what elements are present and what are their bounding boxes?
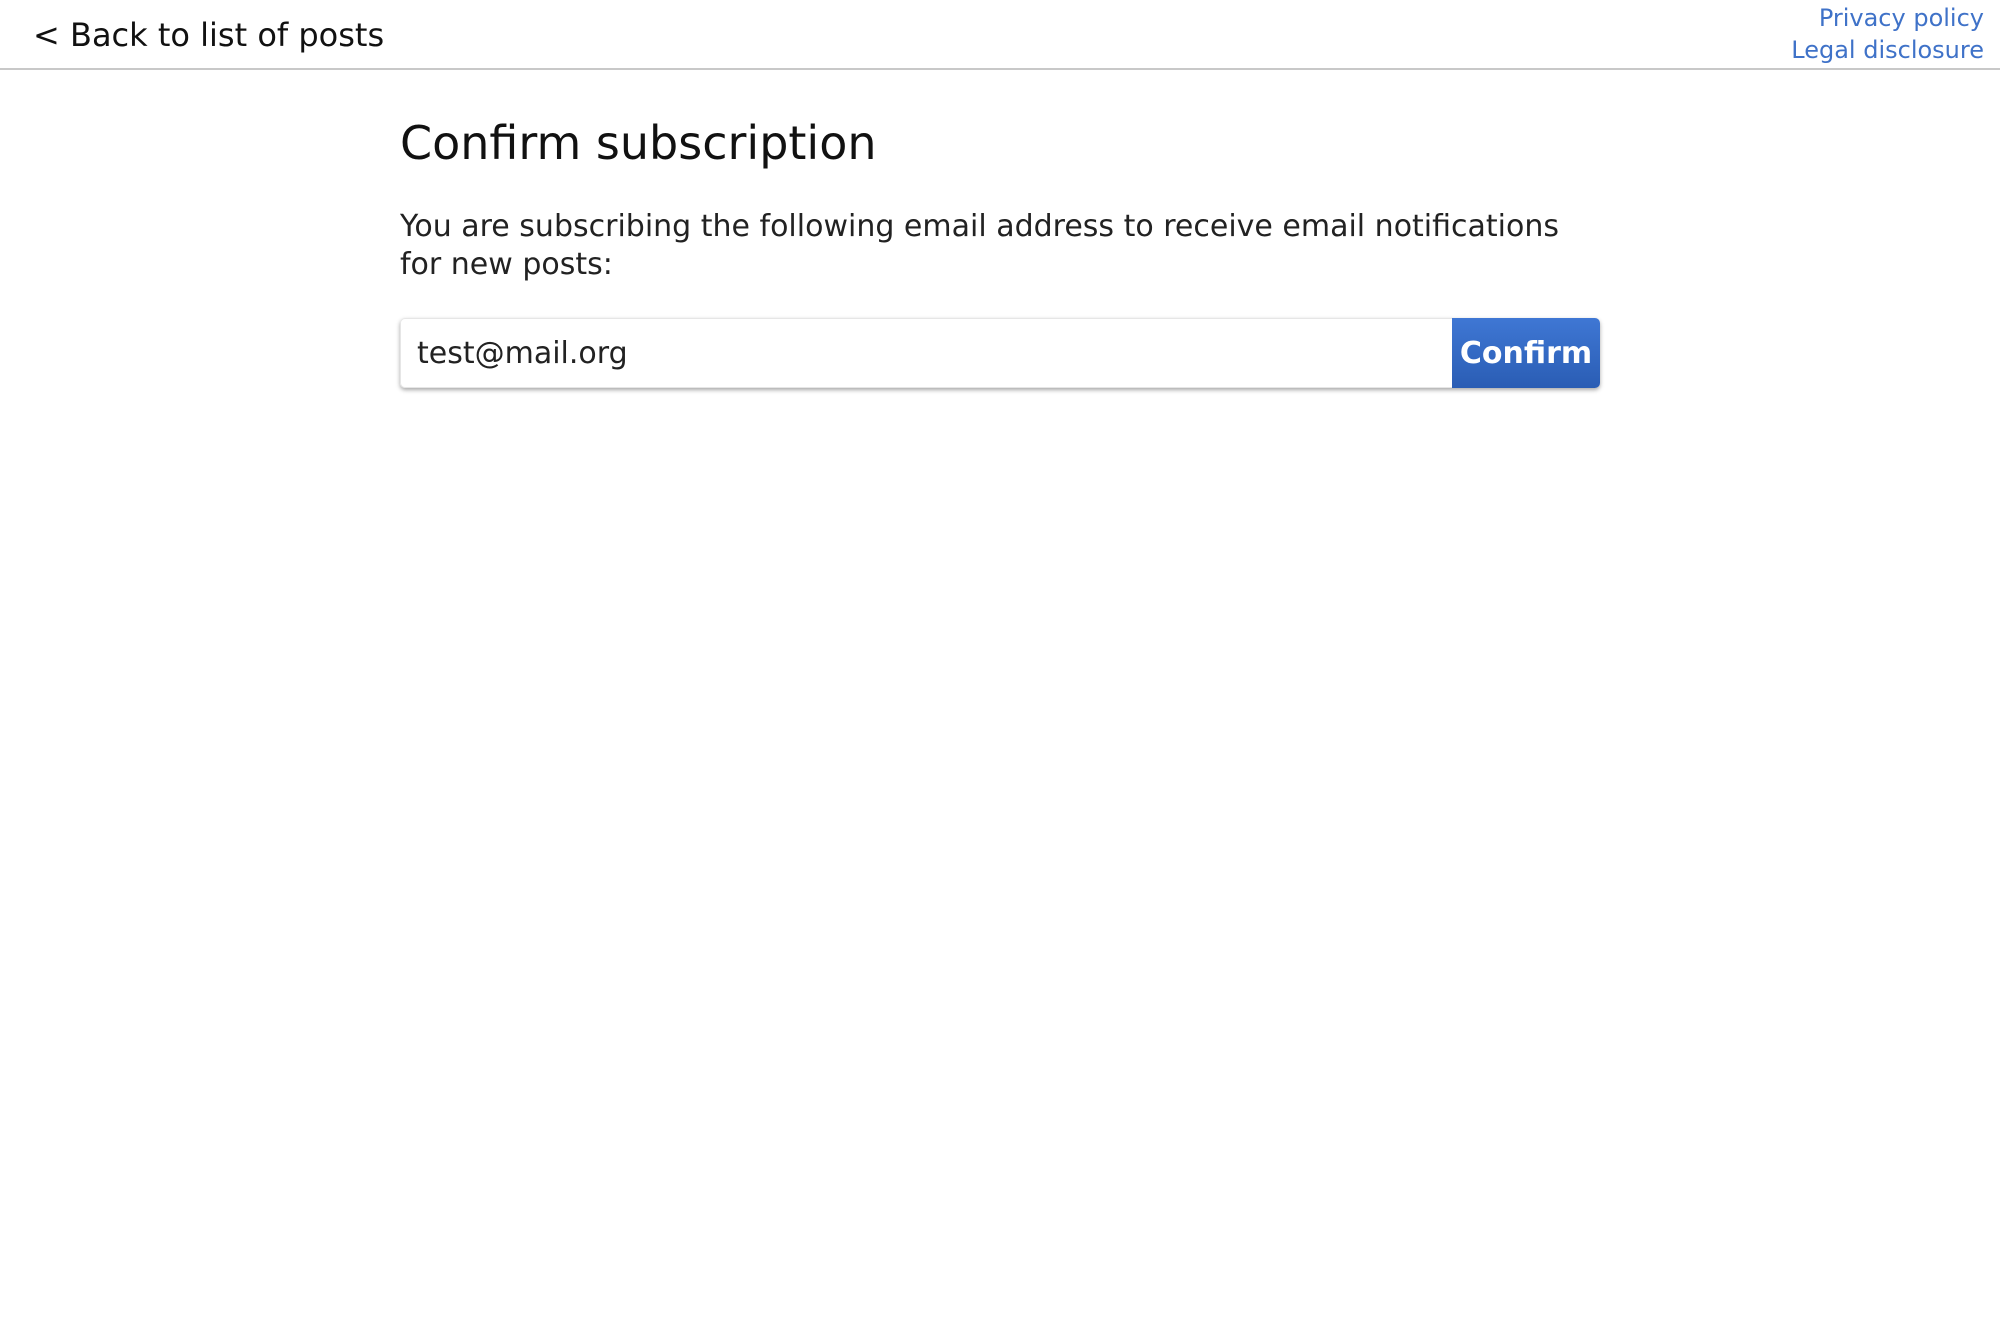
- legal-disclosure-link[interactable]: Legal disclosure: [1791, 34, 1984, 66]
- back-to-posts-link[interactable]: < Back to list of posts: [33, 12, 384, 58]
- subscription-form: Confirm: [400, 318, 1600, 388]
- top-bar: < Back to list of posts Privacy policy L…: [0, 0, 2000, 70]
- confirm-button[interactable]: Confirm: [1452, 318, 1600, 388]
- main-content: Confirm subscription You are subscribing…: [400, 108, 1600, 388]
- page-title: Confirm subscription: [400, 116, 877, 170]
- email-field[interactable]: [400, 318, 1452, 388]
- subscription-description: You are subscribing the following email …: [400, 209, 1560, 282]
- legal-links: Privacy policy Legal disclosure: [1791, 2, 1984, 66]
- privacy-policy-link[interactable]: Privacy policy: [1791, 2, 1984, 34]
